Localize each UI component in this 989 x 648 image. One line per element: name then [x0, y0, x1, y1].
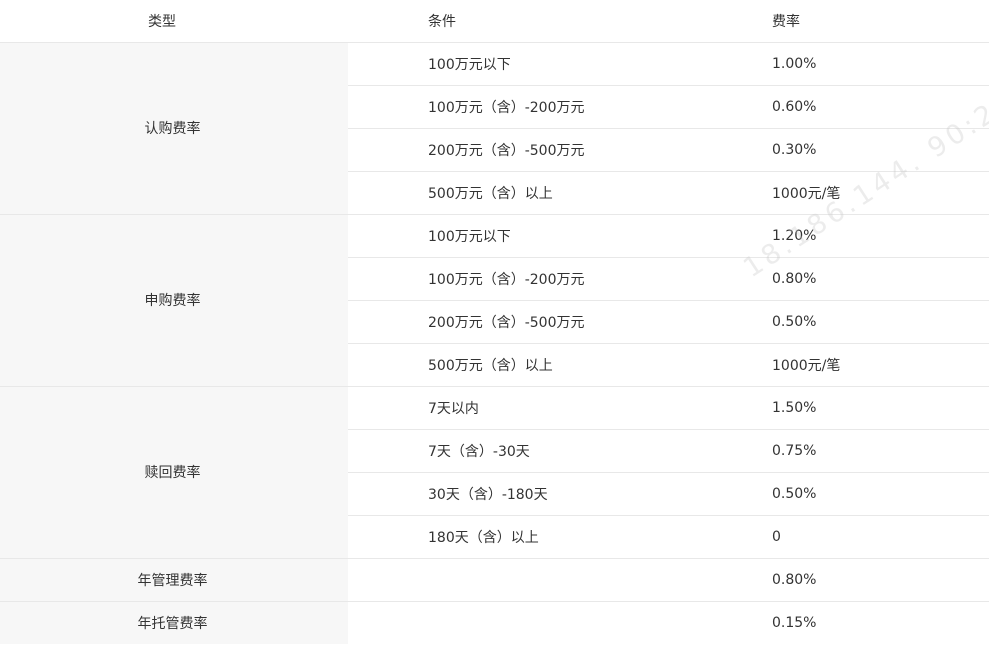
rate-cell: 0.75% [746, 429, 989, 473]
condition-cell: 500万元（含）以上 [348, 171, 746, 215]
rate-cell: 1000元/笔 [746, 343, 989, 387]
rate-cell: 1.00% [746, 42, 989, 86]
table-row: 年管理费率 0.80% [0, 558, 989, 602]
header-type: 类型 [0, 0, 348, 43]
table-header-row: 类型 条件 费率 [0, 0, 989, 43]
fee-rate-table: 类型 条件 费率 认购费率 100万元以下 1.00% 100万元（含）-200… [0, 0, 989, 644]
rate-cell: 0 [746, 515, 989, 559]
rate-cell: 0.50% [746, 472, 989, 516]
condition-cell: 30天（含）-180天 [348, 472, 746, 516]
rate-cell: 1.20% [746, 214, 989, 258]
condition-cell: 7天（含）-30天 [348, 429, 746, 473]
type-cell-subscription: 认购费率 [0, 42, 348, 215]
condition-cell: 500万元（含）以上 [348, 343, 746, 387]
rate-cell: 0.80% [746, 558, 989, 602]
type-cell-management: 年管理费率 [0, 558, 348, 602]
type-cell-custody: 年托管费率 [0, 601, 348, 644]
rate-cell: 0.80% [746, 257, 989, 301]
rate-cell: 1.50% [746, 386, 989, 430]
condition-cell: 7天以内 [348, 386, 746, 430]
type-cell-redemption: 赎回费率 [0, 386, 348, 559]
type-cell-purchase: 申购费率 [0, 214, 348, 387]
table-row: 申购费率 100万元以下 1.20% [0, 214, 989, 387]
condition-cell: 200万元（含）-500万元 [348, 300, 746, 344]
header-condition: 条件 [348, 0, 746, 43]
condition-cell: 200万元（含）-500万元 [348, 128, 746, 172]
rate-cell: 0.15% [772, 614, 817, 631]
table-row: 赎回费率 7天以内 1.50% [0, 386, 989, 559]
condition-cell: 100万元以下 [348, 214, 746, 258]
condition-cell [348, 601, 746, 644]
condition-cell: 100万元（含）-200万元 [348, 257, 746, 301]
condition-cell: 100万元（含）-200万元 [348, 85, 746, 129]
condition-cell: 100万元以下 [348, 42, 746, 86]
table-row: 认购费率 100万元以下 1.00% [0, 42, 989, 215]
condition-cell [348, 558, 746, 602]
table-row: 年托管费率 0.15% [0, 601, 989, 644]
condition-cell: 180天（含）以上 [348, 515, 746, 559]
rate-cell: 0.50% [746, 300, 989, 344]
rate-cell: 0.30% [746, 128, 989, 172]
table-body: 认购费率 100万元以下 1.00% 100万元（含）-200万元 0.60% … [0, 42, 989, 644]
header-rate: 费率 [746, 0, 989, 43]
rate-cell: 0.60% [746, 85, 989, 129]
rate-cell: 1000元/笔 [746, 171, 989, 215]
